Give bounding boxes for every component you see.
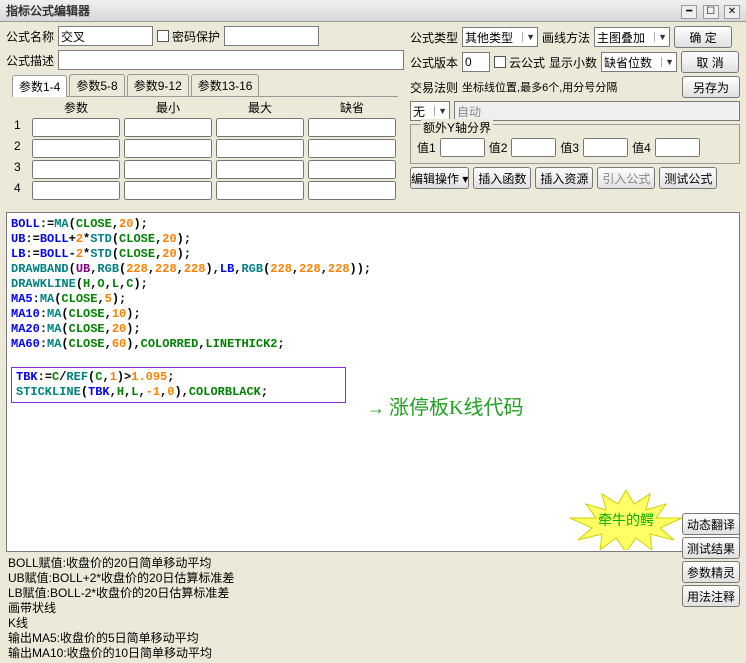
formula-desc-label: 公式描述 — [6, 52, 54, 69]
p2-name[interactable] — [32, 139, 120, 158]
edit-ops-button[interactable]: 编辑操作 ▾ — [410, 167, 469, 189]
param-hdr-default: 缺省 — [308, 99, 396, 116]
param-hdr-name: 参数 — [32, 99, 120, 116]
starburst-stamp: 牵牛的鳄 — [566, 490, 686, 550]
rule-auto-input — [454, 101, 740, 121]
p1-max[interactable] — [216, 118, 304, 137]
title-bar: 指标公式编辑器 ━ ☐ ✕ — [0, 0, 746, 22]
y3-input[interactable] — [583, 138, 628, 157]
bottom-description: BOLL赋值:收盘价的20日简单移动平均UB赋值:BOLL+2*收盘价的20日估… — [0, 554, 746, 663]
line-method-label: 画线方法 — [542, 29, 590, 46]
tab-param-9-12[interactable]: 参数9-12 — [127, 74, 189, 96]
formula-type-label: 公式类型 — [410, 29, 458, 46]
p4-min[interactable] — [124, 181, 212, 200]
import-formula-button[interactable]: 引入公式 — [597, 167, 655, 189]
p3-min[interactable] — [124, 160, 212, 179]
right-panel: 公式类型 其他类型▼ 画线方法 主图叠加▼ 确 定 公式版本 云公式 显示小数 … — [410, 26, 740, 206]
formula-desc-input[interactable] — [58, 50, 404, 70]
param-tabs: 参数1-4 参数5-8 参数9-12 参数13-16 — [12, 74, 398, 97]
insert-func-button[interactable]: 插入函数 — [473, 167, 531, 189]
cloud-checkbox[interactable]: 云公式 — [494, 54, 545, 71]
rule-label: 交易法则 — [410, 79, 458, 96]
maximize-icon[interactable]: ☐ — [703, 5, 719, 19]
version-input[interactable] — [462, 52, 490, 72]
password-protect-checkbox[interactable]: 密码保护 — [157, 28, 220, 45]
usage-note-button[interactable]: 用法注释 — [682, 585, 740, 607]
dyn-translate-button[interactable]: 动态翻译 — [682, 513, 740, 535]
formula-name-input[interactable] — [58, 26, 153, 46]
decimals-combo[interactable]: 缺省位数▼ — [601, 52, 677, 72]
insert-res-button[interactable]: 插入资源 — [535, 167, 593, 189]
rule-val-combo[interactable]: 无▼ — [410, 101, 450, 121]
tab-param-13-16[interactable]: 参数13-16 — [191, 74, 260, 96]
password-input[interactable] — [224, 26, 319, 46]
p2-def[interactable] — [308, 139, 396, 158]
y2-input[interactable] — [511, 138, 556, 157]
p1-name[interactable] — [32, 118, 120, 137]
p2-max[interactable] — [216, 139, 304, 158]
rule-hint: 坐标线位置,最多6个,用分号分隔 — [462, 79, 617, 95]
decimals-label: 显示小数 — [549, 54, 597, 71]
p4-def[interactable] — [308, 181, 396, 200]
param-hdr-min: 最小 — [124, 99, 212, 116]
chevron-down-icon: ▾ — [462, 172, 468, 186]
line-method-combo[interactable]: 主图叠加▼ — [594, 27, 670, 47]
param-grid: 参数 最小 最大 缺省 1 2 3 4 — [6, 99, 404, 206]
window-title: 指标公式编辑器 — [6, 2, 90, 19]
minimize-icon[interactable]: ━ — [681, 5, 697, 19]
close-icon[interactable]: ✕ — [724, 5, 740, 19]
extra-y-fieldset: 额外Y轴分界 值1 值2 值3 值4 — [410, 124, 740, 164]
tab-param-5-8[interactable]: 参数5-8 — [69, 74, 124, 96]
formula-type-combo[interactable]: 其他类型▼ — [462, 27, 538, 47]
callout-annotation: → 涨停板K线代码 — [367, 401, 523, 416]
param-hdr-max: 最大 — [216, 99, 304, 116]
p3-def[interactable] — [308, 160, 396, 179]
tab-param-1-4[interactable]: 参数1-4 — [12, 75, 67, 97]
param-wizard-button[interactable]: 参数精灵 — [682, 561, 740, 583]
extra-y-legend: 额外Y轴分界 — [421, 119, 493, 136]
p4-max[interactable] — [216, 181, 304, 200]
test-result-button[interactable]: 测试结果 — [682, 537, 740, 559]
p3-max[interactable] — [216, 160, 304, 179]
cancel-button[interactable]: 取 消 — [681, 51, 739, 73]
y4-input[interactable] — [655, 138, 700, 157]
p3-name[interactable] — [32, 160, 120, 179]
left-panel: 公式名称 密码保护 公式描述 参数1-4 参数5-8 参数9-12 参数13-1… — [6, 26, 404, 206]
saveas-button[interactable]: 另存为 — [682, 76, 740, 98]
p4-name[interactable] — [32, 181, 120, 200]
p1-def[interactable] — [308, 118, 396, 137]
p2-min[interactable] — [124, 139, 212, 158]
version-label: 公式版本 — [410, 54, 458, 71]
arrow-right-icon: → — [367, 401, 385, 416]
y1-input[interactable] — [440, 138, 485, 157]
test-formula-button[interactable]: 测试公式 — [659, 167, 717, 189]
ok-button[interactable]: 确 定 — [674, 26, 732, 48]
p1-min[interactable] — [124, 118, 212, 137]
formula-name-label: 公式名称 — [6, 28, 54, 45]
